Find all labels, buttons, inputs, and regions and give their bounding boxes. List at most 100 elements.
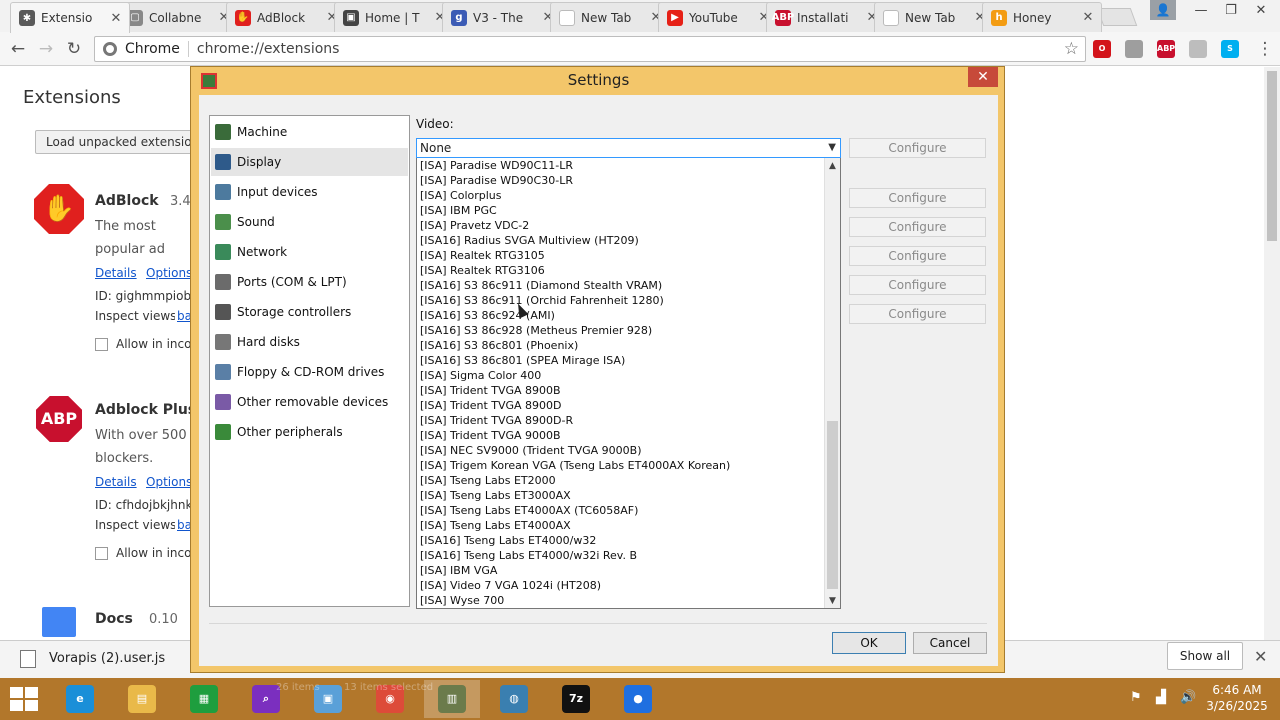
minimize-button[interactable]: — [1186, 0, 1216, 22]
video-option[interactable]: [ISA] Pravetz VDC-2 [420, 218, 529, 233]
profile-icon[interactable]: 👤 [1150, 0, 1176, 20]
video-option[interactable]: [ISA] Realtek RTG3105 [420, 248, 545, 263]
grey-ext-icon[interactable] [1189, 40, 1207, 58]
adblock-options-link[interactable]: Options [146, 266, 192, 280]
network-tray-icon[interactable]: ▟ [1156, 690, 1166, 705]
video-option[interactable]: [ISA16] S3 86c911 (Diamond Stealth VRAM) [420, 278, 662, 293]
abp-incognito-checkbox[interactable] [95, 547, 108, 560]
new-tab-button[interactable] [1096, 8, 1138, 26]
store-taskbar-button[interactable]: ▦ [176, 680, 232, 718]
configure-button-2[interactable]: Configure [849, 188, 986, 208]
dropdown-scrollbar[interactable]: ▲ ▼ [824, 158, 840, 608]
blue-ball-taskbar-button[interactable]: ● [610, 680, 666, 718]
video-option[interactable]: [ISA] Trident TVGA 9000B [420, 428, 561, 443]
video-option[interactable]: [ISA] Tseng Labs ET4000AX [420, 518, 571, 533]
video-configure-button[interactable]: Configure [849, 138, 986, 158]
chevron-down-icon[interactable]: ▼ [828, 139, 836, 157]
category-floppy-cd-rom-drives[interactable]: Floppy & CD-ROM drives [211, 358, 408, 386]
window-close-button[interactable]: ✕ [1246, 0, 1276, 22]
video-option[interactable]: [ISA] Trigem Korean VGA (Tseng Labs ET40… [420, 458, 730, 473]
adblock-incognito-checkbox[interactable] [95, 338, 108, 351]
video-option[interactable]: [ISA] Trident TVGA 8900D-R [420, 413, 573, 428]
browser-tab[interactable]: ▶ YouTube ✕ [658, 2, 778, 32]
browser-tab[interactable]: ▣ Home | T ✕ [334, 2, 454, 32]
configure-button-5[interactable]: Configure [849, 275, 986, 295]
category-sound[interactable]: Sound [211, 208, 408, 236]
video-option[interactable]: [ISA] Paradise WD90C30-LR [420, 173, 573, 188]
taskbar-clock[interactable]: 6:46 AM 3/26/2025 [1204, 682, 1270, 714]
file-explorer-taskbar-button[interactable]: ▤ [114, 680, 170, 718]
video-option[interactable]: [ISA] Sigma Color 400 [420, 368, 541, 383]
volume-icon[interactable]: 🔊 [1180, 690, 1196, 705]
configure-button-4[interactable]: Configure [849, 246, 986, 266]
video-option[interactable]: [ISA16] S3 86c928 (Metheus Premier 928) [420, 323, 652, 338]
video-dropdown-list[interactable]: [ISA] Wyse 700 [ISA] Video 7 VGA 1024i (H… [416, 158, 841, 609]
address-bar[interactable]: Chrome chrome://extensions ☆ [94, 36, 1086, 62]
video-option[interactable]: [ISA16] S3 86c911 (Orchid Fahrenheit 128… [420, 293, 664, 308]
tab-close-icon[interactable]: ✕ [1081, 10, 1095, 25]
category-machine[interactable]: Machine [211, 118, 408, 146]
browser-tab[interactable]: ▢ Collabne ✕ [118, 2, 238, 32]
maximize-button[interactable]: ❐ [1216, 0, 1246, 22]
cancel-button[interactable]: Cancel [913, 632, 987, 654]
video-option[interactable]: [ISA] Trident TVGA 8900B [420, 383, 561, 398]
category-storage-controllers[interactable]: Storage controllers [211, 298, 408, 326]
category-other-removable-devices[interactable]: Other removable devices [211, 388, 408, 416]
configure-button-3[interactable]: Configure [849, 217, 986, 237]
category-other-peripherals[interactable]: Other peripherals [211, 418, 408, 446]
category-hard-disks[interactable]: Hard disks [211, 328, 408, 356]
abp-options-link[interactable]: Options [146, 475, 192, 489]
dialog-close-button[interactable]: ✕ [968, 67, 998, 87]
action-center-flag-icon[interactable]: ⚑ [1130, 690, 1142, 705]
configure-button-6[interactable]: Configure [849, 304, 986, 324]
adblock-details-link[interactable]: Details [95, 266, 137, 280]
video-option[interactable]: [ISA] Paradise WD90C11-LR [420, 158, 573, 173]
abp-icon[interactable]: ABP [1157, 40, 1175, 58]
video-select[interactable]: None ▼ [416, 138, 841, 158]
show-all-button[interactable]: Show all [1167, 642, 1243, 670]
dropdown-scrollbar-thumb[interactable] [827, 421, 838, 589]
category-ports-com-lpt[interactable]: Ports (COM & LPT) [211, 268, 408, 296]
7zip-taskbar-button[interactable]: 7z [548, 680, 604, 718]
video-option[interactable]: [ISA] Trident TVGA 8900D [420, 398, 562, 413]
browser-tab[interactable]: ABP Installati ✕ [766, 2, 886, 32]
video-option[interactable]: [ISA] Tseng Labs ET2000 [420, 473, 556, 488]
page-scrollbar-thumb[interactable] [1267, 71, 1277, 241]
video-option[interactable]: [ISA] Video 7 VGA 1024i (HT208) [420, 578, 601, 593]
ok-button[interactable]: OK [832, 632, 906, 654]
video-option[interactable]: [ISA] Realtek RTG3106 [420, 263, 545, 278]
load-unpacked-button[interactable]: Load unpacked extension... [35, 130, 205, 154]
page-scrollbar[interactable] [1264, 67, 1280, 640]
video-option[interactable]: [ISA] IBM PGC [420, 203, 497, 218]
abp-details-link[interactable]: Details [95, 475, 137, 489]
browser-tab[interactable]: New Tab ✕ [874, 2, 994, 32]
browser-tab[interactable]: ✋ AdBlock ✕ [226, 2, 346, 32]
video-option[interactable]: [ISA16] S3 86c924 (AMI) [420, 308, 555, 323]
video-option[interactable]: [ISA] IBM VGA [420, 563, 497, 578]
chrome-menu-icon[interactable]: ⋮ [1254, 38, 1276, 60]
video-option[interactable]: [ISA] Wyse 700 [420, 593, 504, 608]
scroll-up-arrow-icon[interactable]: ▲ [825, 158, 840, 174]
reload-button[interactable]: ↻ [63, 38, 85, 60]
skype-icon[interactable]: S [1221, 40, 1239, 58]
puzzle-icon[interactable] [1125, 40, 1143, 58]
browser-tab[interactable]: h Honey ✕ [982, 2, 1102, 32]
globe-app-taskbar-button[interactable]: ◍ [486, 680, 542, 718]
video-option[interactable]: [ISA] NEC SV9000 (Trident TVGA 9000B) [420, 443, 642, 458]
video-option[interactable]: [ISA] Tseng Labs ET4000AX (TC6058AF) [420, 503, 638, 518]
forward-button[interactable]: → [35, 38, 57, 60]
category-display[interactable]: Display [211, 148, 408, 176]
browser-tab[interactable]: ✱ Extensio ✕ [10, 2, 130, 33]
browser-tab[interactable]: g V3 - The ✕ [442, 2, 562, 32]
video-option[interactable]: [ISA16] S3 86c801 (SPEA Mirage ISA) [420, 353, 625, 368]
close-download-bar-icon[interactable]: ✕ [1254, 647, 1267, 666]
back-button[interactable]: ← [7, 38, 29, 60]
video-option[interactable]: [ISA16] S3 86c801 (Phoenix) [420, 338, 578, 353]
category-network[interactable]: Network [211, 238, 408, 266]
video-option[interactable]: [ISA16] Tseng Labs ET4000/w32i Rev. B [420, 548, 637, 563]
opera-icon[interactable]: O [1093, 40, 1111, 58]
video-option[interactable]: [ISA16] Tseng Labs ET4000/w32 [420, 533, 596, 548]
bookmark-star-icon[interactable]: ☆ [1064, 39, 1079, 59]
category-input-devices[interactable]: Input devices [211, 178, 408, 206]
video-option[interactable]: [ISA] Tseng Labs ET3000AX [420, 488, 571, 503]
